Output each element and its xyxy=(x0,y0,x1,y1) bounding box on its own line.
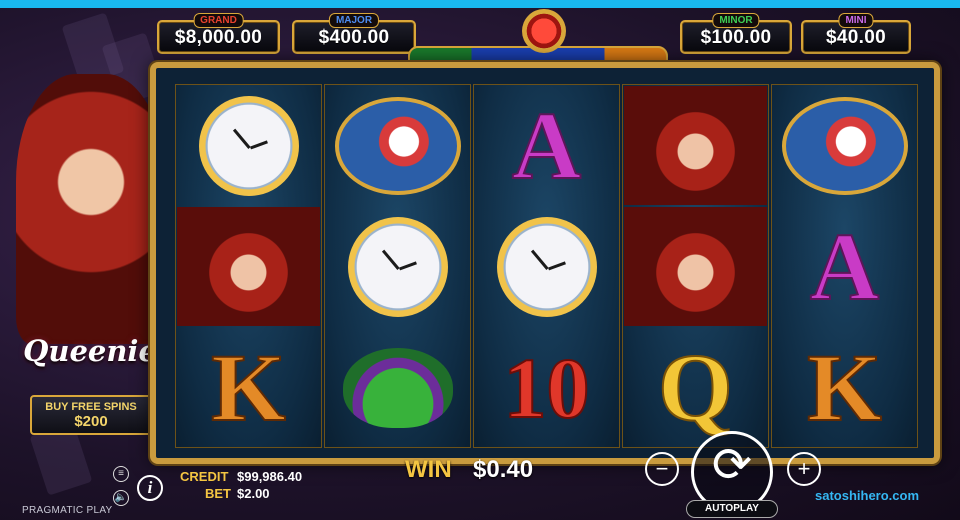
decrease-bet-button[interactable]: − xyxy=(645,452,679,486)
reel-cell xyxy=(623,206,768,327)
reel-cell xyxy=(176,85,321,206)
pocket-watch-symbol-icon xyxy=(198,95,299,196)
jackpot-mini-label: MINI xyxy=(838,13,874,28)
reel-column: A 10 xyxy=(473,84,620,448)
reel-cell xyxy=(474,206,619,327)
symbol-A: A xyxy=(511,91,582,199)
bet-label: BET xyxy=(205,486,231,501)
reel-cell xyxy=(623,85,768,206)
reel-column: AK xyxy=(771,84,918,448)
increase-bet-button[interactable]: + xyxy=(787,452,821,486)
reel-cell xyxy=(325,206,470,327)
queen-symbol-icon xyxy=(177,207,320,326)
buy-free-spins-price: $200 xyxy=(74,413,108,430)
symbol-Q: Q xyxy=(657,333,734,441)
reel-column xyxy=(324,84,471,448)
character-name: Queenie xyxy=(23,334,157,368)
reel-cell: A xyxy=(772,206,917,327)
info-icon[interactable]: i xyxy=(137,475,163,501)
mad-hatter-hat-symbol-icon xyxy=(342,347,453,428)
buy-free-spins-label: BUY FREE SPINS xyxy=(45,401,137,413)
reel-cell: Q xyxy=(623,327,768,448)
symbol-A: A xyxy=(809,212,880,320)
reel-cell xyxy=(772,85,917,206)
jackpot-minor-label: MINOR xyxy=(712,13,760,28)
white-rabbit-symbol-icon xyxy=(334,96,461,195)
reel-cell: A xyxy=(474,85,619,206)
spin-icon: ⟳ xyxy=(711,439,753,492)
reel-cell: K xyxy=(176,327,321,448)
jackpot-major: MAJOR $400.00 xyxy=(292,13,416,54)
symbol-K: K xyxy=(210,333,287,441)
autoplay-button[interactable]: AUTOPLAY xyxy=(686,500,778,518)
jackpot-grand-label: GRAND xyxy=(193,13,244,28)
top-bar xyxy=(0,0,960,8)
jackpot-grand: GRAND $8,000.00 xyxy=(157,13,280,54)
credit-label: CREDIT xyxy=(180,469,229,484)
jackpot-major-label: MAJOR xyxy=(328,13,380,28)
queen-character-portrait xyxy=(16,74,166,344)
reel-cell xyxy=(176,206,321,327)
jackpot-minor: MINOR $100.00 xyxy=(680,13,792,54)
reel-cell xyxy=(325,327,470,448)
pocket-watch-symbol-icon xyxy=(496,216,597,317)
reels-grid: K A 10 Q A K xyxy=(175,84,918,448)
reel-column: K xyxy=(175,84,322,448)
heart-ornament-icon xyxy=(522,9,566,53)
pocket-watch-symbol-icon xyxy=(347,216,448,317)
reel-cell: K xyxy=(772,327,917,448)
reel-cell: 10 xyxy=(474,327,619,448)
jackpot-mini: MINI $40.00 xyxy=(801,13,911,54)
bet-value: $2.00 xyxy=(237,486,270,501)
sound-icon[interactable]: 🔈 xyxy=(113,490,129,506)
white-rabbit-symbol-icon xyxy=(781,96,908,195)
win-label: WIN xyxy=(405,456,452,483)
reel-cell xyxy=(325,85,470,206)
symbol-K: K xyxy=(806,333,883,441)
credit-value: $99,986.40 xyxy=(237,469,303,484)
symbol-10: 10 xyxy=(503,339,591,436)
menu-icon[interactable]: ≡ xyxy=(113,466,129,482)
provider-logo: PRAGMATIC PLAY xyxy=(22,505,113,516)
reel-column: Q xyxy=(622,84,769,448)
queen-symbol-icon xyxy=(624,86,767,205)
win-value: $0.40 xyxy=(473,456,534,483)
queen-symbol-icon xyxy=(624,207,767,326)
site-watermark: satoshihero.com xyxy=(815,488,920,503)
buy-free-spins-button[interactable]: BUY FREE SPINS $200 xyxy=(30,395,152,435)
